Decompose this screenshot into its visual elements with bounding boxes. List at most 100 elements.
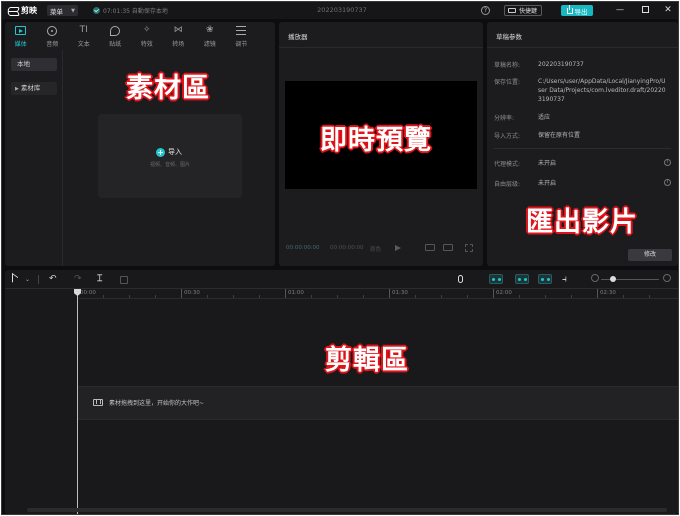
- tab-text[interactable]: TI 文本: [68, 22, 100, 49]
- annotation-edit-area: 剪輯區: [324, 344, 409, 377]
- minimize-button[interactable]: —: [614, 4, 626, 16]
- current-time: 00:00:00:00: [286, 245, 320, 251]
- ruler-tick: [571, 295, 572, 298]
- zoom-slider-handle[interactable]: [610, 276, 616, 282]
- menu-button-label: 菜单: [50, 7, 63, 16]
- info-icon[interactable]: i: [664, 159, 671, 166]
- delete-icon[interactable]: [120, 276, 128, 284]
- info-icon[interactable]: i: [664, 179, 671, 186]
- split-icon[interactable]: ⌶: [97, 274, 102, 285]
- close-button[interactable]: ✕: [662, 4, 674, 16]
- param-key: 保存位置:: [494, 79, 521, 86]
- play-icon[interactable]: [395, 245, 401, 251]
- player-title: 播放器: [288, 33, 308, 41]
- title-bar: 剪映 菜单 ▼ 07:01:35 自動保存本地 202203190737 ? 快…: [2, 2, 678, 19]
- redo-icon[interactable]: ↷: [74, 274, 82, 285]
- param-row: 保存位置: C:/Users/user/AppData/Local/Jianyi…: [494, 77, 668, 104]
- menu-button[interactable]: 菜单 ▼: [47, 5, 78, 16]
- tab-effects[interactable]: ✧ 特效: [131, 22, 163, 49]
- app-logo-text: 剪映: [21, 6, 37, 15]
- sidebar-item-local[interactable]: 本地: [11, 58, 57, 71]
- fullscreen-icon[interactable]: [465, 244, 473, 252]
- tab-adjust-label: 调节: [235, 41, 248, 48]
- ruler-tick: [363, 295, 364, 298]
- player-controls: 00:00:00:00 00:00:00:00 原色: [279, 242, 483, 256]
- ruler-tick: [181, 289, 182, 298]
- autosave-text: 07:01:35 自動保存本地: [103, 8, 168, 15]
- param-key: 导入方式:: [494, 133, 521, 140]
- tab-audio[interactable]: 音频: [37, 22, 69, 49]
- timeline-scrollbar[interactable]: [27, 508, 667, 512]
- params-title: 草稿参数: [496, 33, 522, 41]
- param-key: 分辨率:: [494, 115, 515, 122]
- maximize-button[interactable]: [639, 4, 651, 16]
- autosave-status: 07:01:35 自動保存本地: [93, 6, 168, 15]
- zoom-in-icon[interactable]: [663, 274, 671, 282]
- capcut-logo-icon: [8, 7, 18, 15]
- param-key: 代理模式:: [494, 161, 521, 168]
- divider: [279, 47, 483, 48]
- quality-icon[interactable]: [425, 244, 435, 251]
- ratio-icon[interactable]: [443, 244, 453, 251]
- ruler-tick-label: 00:30: [184, 290, 200, 296]
- annotation-live-preview: 即時預覽: [319, 124, 432, 157]
- ruler-tick: [337, 295, 338, 298]
- ruler-tick: [415, 295, 416, 298]
- shortcut-button[interactable]: 快捷鍵: [504, 5, 542, 16]
- tab-transition-label: 转场: [172, 41, 185, 48]
- media-panel: 媒体 音频 TI 文本 贴纸 ✧ 特效 ⋈ 转场 ❀ 滤镜 调节 本地 ▶ 素材…: [5, 22, 275, 266]
- tab-media[interactable]: 媒体: [5, 22, 37, 49]
- param-value: 保留在原有位置: [538, 132, 581, 139]
- ruler-tick-label: 02:30: [600, 290, 616, 296]
- zoom-out-icon[interactable]: [591, 274, 599, 282]
- auto-snap-icon[interactable]: [515, 274, 529, 284]
- import-dropzone[interactable]: + 导入 视频、音频、图片: [98, 114, 242, 198]
- ruler-tick: [233, 295, 234, 298]
- tab-transition[interactable]: ⋈ 转场: [163, 22, 195, 49]
- caret-right-icon: ▶: [15, 86, 19, 92]
- tab-sticker[interactable]: 贴纸: [100, 22, 132, 49]
- time-ruler[interactable]: 00:00 00:30 01:00 01:30 02:00 02:30: [77, 289, 678, 299]
- main-track-magnet-icon[interactable]: [489, 274, 503, 284]
- ruler-tick: [519, 295, 520, 298]
- ruler-tick: [207, 295, 208, 298]
- modify-button[interactable]: 修改: [628, 249, 672, 261]
- tab-filter[interactable]: ❀ 滤镜: [194, 22, 226, 49]
- audio-icon: [47, 25, 58, 36]
- ruler-tick: [467, 295, 468, 298]
- ruler-tick-label: 02:00: [496, 290, 512, 296]
- maximize-icon: [641, 6, 649, 13]
- help-icon[interactable]: ?: [481, 6, 490, 15]
- plus-icon: +: [156, 147, 165, 157]
- display-mode[interactable]: 原色: [370, 245, 381, 253]
- ruler-tick: [623, 295, 624, 298]
- chevron-down-icon[interactable]: ⌄: [25, 274, 30, 285]
- import-button[interactable]: + 导入: [156, 147, 182, 157]
- param-key: 自由层级:: [494, 181, 521, 188]
- sidebar-item-library[interactable]: ▶ 素材库: [11, 82, 57, 95]
- param-value: C:/Users/user/AppData/Local/JianyingPro/…: [538, 78, 666, 103]
- microphone-icon[interactable]: [458, 275, 463, 283]
- ruler-tick: [129, 295, 130, 298]
- project-title: 202203190737: [317, 6, 367, 14]
- divider: [38, 275, 39, 284]
- timeline-panel: ⌄ ↶ ↷ ⌶ ⫞ 00:00 00:30 01:00 01:30 02:00 …: [5, 270, 678, 514]
- param-row: 导入方式: 保留在原有位置: [494, 131, 668, 140]
- param-value: 未开启: [538, 160, 557, 167]
- linkage-icon[interactable]: [538, 274, 552, 284]
- export-button[interactable]: 导出: [561, 4, 593, 16]
- track-header-area: [5, 299, 77, 514]
- playhead[interactable]: [77, 290, 78, 514]
- select-cursor-icon[interactable]: [12, 272, 18, 287]
- tab-adjust[interactable]: 调节: [226, 22, 258, 49]
- preview-axis-icon[interactable]: ⫞: [562, 274, 567, 285]
- undo-icon[interactable]: ↶: [49, 274, 57, 285]
- param-value: 202203190737: [538, 61, 584, 68]
- film-icon: [93, 399, 103, 406]
- ruler-tick: [311, 295, 312, 298]
- tab-media-label: 媒体: [14, 41, 27, 48]
- param-key: 草稿名称:: [494, 62, 521, 69]
- effects-icon: ✧: [142, 25, 151, 35]
- sidebar-item-library-label: 素材库: [20, 84, 41, 92]
- text-icon: TI: [79, 25, 88, 35]
